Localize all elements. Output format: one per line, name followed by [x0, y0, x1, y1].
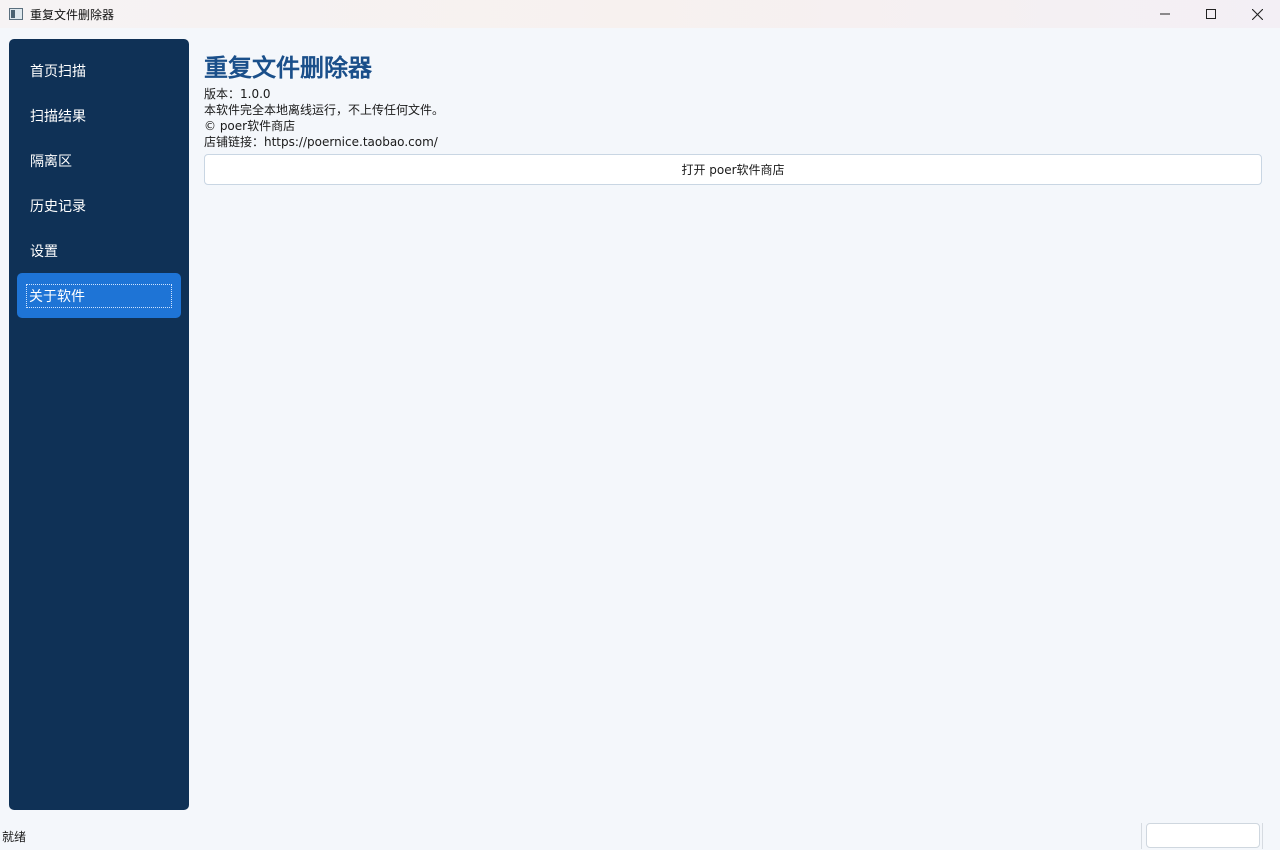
sidebar-item-label: 关于软件 — [26, 283, 172, 308]
status-bar: 就绪 — [0, 822, 1280, 850]
page-title: 重复文件删除器 — [204, 54, 372, 82]
sidebar-item-settings[interactable]: 设置 — [17, 228, 181, 273]
sidebar-item-scan-results[interactable]: 扫描结果 — [17, 93, 181, 138]
title-bar: 重复文件删除器 — [0, 0, 1280, 28]
maximize-button[interactable] — [1188, 0, 1234, 28]
sidebar-item-label: 设置 — [30, 243, 58, 260]
status-progress-box — [1146, 823, 1260, 848]
minimize-icon — [1160, 13, 1170, 15]
close-button[interactable] — [1234, 0, 1280, 28]
sidebar: 首页扫描 扫描结果 隔离区 历史记录 设置 关于软件 — [9, 39, 189, 810]
status-divider — [1262, 823, 1263, 849]
status-text: 就绪 — [2, 829, 27, 844]
about-panel: 重复文件删除器 版本：1.0.0 本软件完全本地离线运行，不上传任何文件。 © … — [204, 50, 1262, 185]
sidebar-item-quarantine[interactable]: 隔离区 — [17, 138, 181, 183]
open-store-button[interactable]: 打开 poer软件商店 — [204, 154, 1262, 185]
sidebar-item-label: 隔离区 — [30, 153, 72, 170]
status-divider — [1141, 823, 1142, 849]
sidebar-item-about[interactable]: 关于软件 — [17, 273, 181, 318]
copyright-text: © poer软件商店 — [204, 119, 296, 133]
minimize-button[interactable] — [1142, 0, 1188, 28]
description-text: 本软件完全本地离线运行，不上传任何文件。 — [204, 103, 445, 117]
window-controls — [1142, 0, 1280, 28]
sidebar-item-label: 历史记录 — [30, 198, 86, 215]
sidebar-item-label: 首页扫描 — [30, 63, 86, 80]
maximize-icon — [1206, 9, 1216, 19]
window-title: 重复文件删除器 — [30, 7, 115, 22]
app-icon — [9, 8, 23, 20]
close-icon — [1251, 8, 1263, 20]
store-link-text: 店铺链接：https://poernice.taobao.com/ — [204, 135, 438, 149]
sidebar-item-label: 扫描结果 — [30, 108, 86, 125]
version-text: 版本：1.0.0 — [204, 87, 271, 101]
sidebar-item-home-scan[interactable]: 首页扫描 — [17, 48, 181, 93]
sidebar-item-history[interactable]: 历史记录 — [17, 183, 181, 228]
